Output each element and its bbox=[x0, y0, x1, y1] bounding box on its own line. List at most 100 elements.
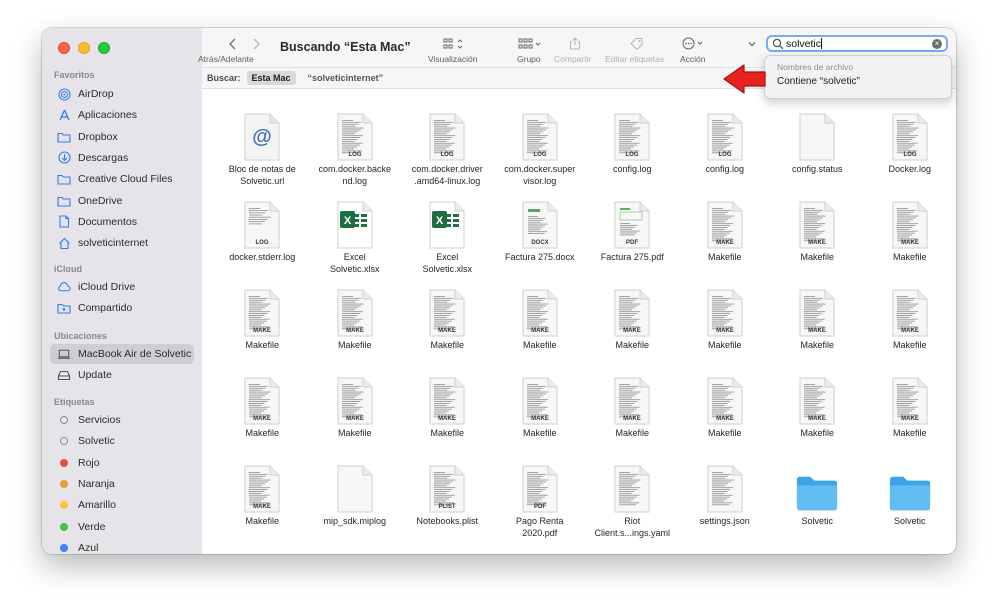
close-window-button[interactable] bbox=[58, 42, 70, 54]
file-name: config.status bbox=[791, 164, 843, 174]
file-item[interactable]: PDF Pago Renta 2020.pdf bbox=[494, 463, 587, 551]
file-name: com.docker.driver .amd64-linux.log bbox=[411, 164, 483, 186]
group-label: Grupo bbox=[517, 54, 541, 64]
sidebar-item-rojo[interactable]: Rojo bbox=[50, 453, 194, 473]
suggestion-item[interactable]: Contiene “solvetic” bbox=[777, 76, 860, 87]
sidebar-item-compartido[interactable]: Compartido bbox=[50, 298, 194, 318]
scope-folder-button[interactable]: “solveticinternet” bbox=[308, 73, 384, 83]
file-item[interactable]: X Excel Solvetic.xlsx bbox=[401, 199, 494, 287]
scope-label: Buscar: bbox=[207, 73, 241, 83]
sidebar-item-naranja[interactable]: Naranja bbox=[50, 474, 194, 494]
folder-item[interactable]: Solvetic bbox=[771, 463, 864, 551]
sidebar-item-dropbox[interactable]: Dropbox bbox=[50, 127, 194, 147]
file-item[interactable]: LOG Docker.log bbox=[864, 111, 957, 199]
svg-text:MAKE: MAKE bbox=[808, 240, 826, 246]
file-item[interactable]: MAKE Makefile bbox=[864, 287, 957, 375]
file-item[interactable]: PDF Factura 275.pdf bbox=[586, 199, 679, 287]
file-item[interactable]: MAKE Makefile bbox=[494, 287, 587, 375]
file-item[interactable]: mip_sdk.miplog bbox=[309, 463, 402, 551]
file-item[interactable]: MAKE Makefile bbox=[309, 375, 402, 463]
svg-text:MAKE: MAKE bbox=[346, 328, 364, 334]
file-item[interactable]: LOG com.docker.driver .amd64-linux.log bbox=[401, 111, 494, 199]
file-item[interactable]: MAKE Makefile bbox=[216, 375, 309, 463]
make-file-icon: MAKE bbox=[703, 287, 747, 337]
file-item[interactable]: @ Bloc de notas de Solvetic.url bbox=[216, 111, 309, 199]
sidebar-item-label: solveticinternet bbox=[78, 237, 149, 250]
folder-item[interactable]: Solvetic bbox=[864, 463, 957, 551]
sidebar-item-onedrive[interactable]: OneDrive bbox=[50, 191, 194, 211]
file-item[interactable]: MAKE Makefile bbox=[771, 287, 864, 375]
file-item[interactable]: MAKE Makefile bbox=[771, 199, 864, 287]
window-controls bbox=[58, 42, 110, 54]
file-item[interactable]: MAKE Makefile bbox=[679, 287, 772, 375]
file-name: Makefile bbox=[245, 340, 279, 350]
action-button[interactable] bbox=[682, 37, 706, 49]
file-item[interactable]: MAKE Makefile bbox=[494, 375, 587, 463]
pdf-file-icon: PDF bbox=[518, 463, 562, 513]
file-item[interactable]: config.status bbox=[771, 111, 864, 199]
tag-dot-icon bbox=[57, 498, 71, 512]
file-item[interactable]: MAKE Makefile bbox=[771, 375, 864, 463]
file-item[interactable]: MAKE Makefile bbox=[586, 375, 679, 463]
sidebar-item-creative-cloud-files[interactable]: Creative Cloud Files bbox=[50, 169, 194, 189]
file-item[interactable]: LOG docker.stderr.log bbox=[216, 199, 309, 287]
sidebar-item-solveticinternet[interactable]: solveticinternet bbox=[50, 233, 194, 253]
file-item[interactable]: Riot Client.s...ings.yaml bbox=[586, 463, 679, 551]
file-item[interactable]: MAKE Makefile bbox=[216, 463, 309, 551]
file-name: Riot Client.s...ings.yaml bbox=[594, 516, 671, 538]
file-item[interactable]: MAKE Makefile bbox=[216, 287, 309, 375]
sidebar-item-solvetic[interactable]: Solvetic bbox=[50, 431, 194, 451]
sidebar-item-azul[interactable]: Azul bbox=[50, 538, 194, 554]
search-input[interactable]: solvetic bbox=[786, 38, 821, 50]
file-item[interactable]: MAKE Makefile bbox=[586, 287, 679, 375]
file-item[interactable]: MAKE Makefile bbox=[401, 375, 494, 463]
file-item[interactable]: PLIST Notebooks.plist bbox=[401, 463, 494, 551]
sidebar-item-icloud-drive[interactable]: iCloud Drive bbox=[50, 277, 194, 297]
edit-tags-label: Editar etiquetas bbox=[605, 54, 665, 64]
text-cursor bbox=[821, 38, 823, 49]
file-item[interactable]: X Excel Solvetic.xlsx bbox=[309, 199, 402, 287]
drive-icon bbox=[57, 368, 71, 382]
sidebar-item-update[interactable]: Update bbox=[50, 365, 194, 385]
file-item[interactable]: LOG config.log bbox=[586, 111, 679, 199]
file-item[interactable]: MAKE Makefile bbox=[864, 199, 957, 287]
file-name: Makefile bbox=[800, 340, 834, 350]
minimize-window-button[interactable] bbox=[78, 42, 90, 54]
file-item[interactable]: MAKE Makefile bbox=[401, 287, 494, 375]
sidebar-item-descargas[interactable]: Descargas bbox=[50, 148, 194, 168]
file-item[interactable]: MAKE Makefile bbox=[309, 287, 402, 375]
view-button[interactable] bbox=[443, 38, 465, 50]
file-item[interactable]: MAKE Makefile bbox=[679, 199, 772, 287]
scope-this-mac-button[interactable]: Esta Mac bbox=[246, 71, 296, 85]
make-file-icon: MAKE bbox=[240, 375, 284, 425]
file-item[interactable]: LOG com.docker.backe nd.log bbox=[309, 111, 402, 199]
file-name: com.docker.super visor.log bbox=[504, 164, 576, 186]
sidebar-item-label: Naranja bbox=[78, 477, 115, 490]
file-item[interactable]: LOG com.docker.super visor.log bbox=[494, 111, 587, 199]
file-item[interactable]: MAKE Makefile bbox=[679, 375, 772, 463]
sidebar-item-airdrop[interactable]: AirDrop bbox=[50, 84, 194, 104]
file-item[interactable]: LOG config.log bbox=[679, 111, 772, 199]
sidebar-item-verde[interactable]: Verde bbox=[50, 517, 194, 537]
group-button[interactable] bbox=[518, 38, 542, 50]
more-toolbar-button[interactable] bbox=[748, 38, 756, 50]
plist-file-icon: PLIST bbox=[425, 463, 469, 513]
share-button[interactable] bbox=[569, 36, 581, 49]
file-name: Makefile bbox=[245, 428, 279, 438]
clear-search-button[interactable]: × bbox=[932, 39, 942, 49]
make-file-icon: MAKE bbox=[425, 375, 469, 425]
file-item[interactable]: DOCX Factura 275.docx bbox=[494, 199, 587, 287]
tag-dot-icon bbox=[57, 541, 71, 554]
sidebar-item-aplicaciones[interactable]: Aplicaciones bbox=[50, 105, 194, 125]
sidebar-item-macbook-air-de-solvetic[interactable]: MacBook Air de Solvetic bbox=[50, 344, 194, 364]
file-item[interactable]: settings.json bbox=[679, 463, 772, 551]
sidebar-item-servicios[interactable]: Servicios bbox=[50, 410, 194, 430]
search-field[interactable]: solvetic × bbox=[766, 35, 948, 52]
file-name: Makefile bbox=[245, 516, 279, 526]
sidebar-item-documentos[interactable]: Documentos bbox=[50, 212, 194, 232]
file-item[interactable]: MAKE Makefile bbox=[864, 375, 957, 463]
zoom-window-button[interactable] bbox=[98, 42, 110, 54]
back-forward-control[interactable] bbox=[228, 38, 262, 50]
sidebar-item-amarillo[interactable]: Amarillo bbox=[50, 495, 194, 515]
edit-tags-button[interactable] bbox=[630, 37, 644, 50]
